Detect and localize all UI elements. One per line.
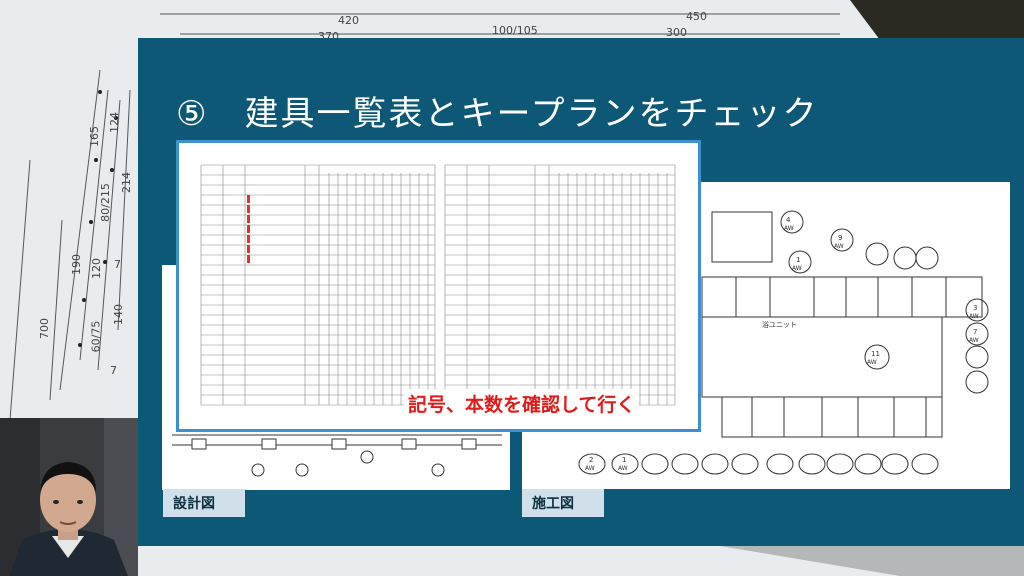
dimension-label: 165 [88,126,101,147]
aw-tag: 11 [871,350,880,358]
room-label: 浴ユニット [762,321,797,329]
aw-tag: 7 [973,328,978,336]
dimension-label: 120 [90,258,103,279]
aw-tag: AW [784,225,794,232]
aw-tag: AW [585,465,595,472]
aw-tag: 3 [973,304,978,312]
dimension-label: 7 [114,258,121,271]
aw-tag: 1 [622,456,627,464]
design-drawing-label: 設計図 [163,489,245,517]
presenter-figure [0,418,138,576]
red-check-mark [247,225,250,233]
dimension-label: 7 [110,364,117,377]
aw-tag: 1 [796,256,801,264]
aw-tag: 2 [589,456,594,464]
red-check-mark [247,215,250,223]
construction-drawing-label: 施工図 [522,489,604,517]
aw-tag: AW [867,359,877,366]
presenter-video [0,418,138,576]
dimension-label: 100/105 [492,24,538,37]
aw-tag: 4 [786,216,791,224]
dimension-label: 700 [38,318,51,339]
red-check-mark [247,255,250,263]
red-check-mark [247,205,250,213]
dimension-label: 80/215 [98,183,112,222]
dimension-label: 190 [70,254,83,275]
red-check-mark [247,195,250,203]
aw-tag: AW [969,313,979,320]
dimension-label: 124 [108,112,121,133]
dimension-label: 420 [338,14,359,27]
schedule-grid [179,143,698,429]
slide-title: ⑤ 建具一覧表とキープランをチェック [176,94,819,134]
red-check-mark [247,245,250,253]
aw-tag: AW [969,337,979,344]
aw-tag: AW [834,243,844,250]
aw-tag: AW [618,465,628,472]
dimension-label: 450 [686,10,707,23]
dimension-label: 60/75 [89,320,103,353]
callout-text: 記号、本数を確認して行く [404,389,640,418]
aw-tag: AW [792,265,802,272]
dimension-label: 140 [112,304,125,325]
red-check-mark [247,235,250,243]
dimension-label: 214 [120,172,133,193]
aw-tag: 9 [838,234,843,242]
